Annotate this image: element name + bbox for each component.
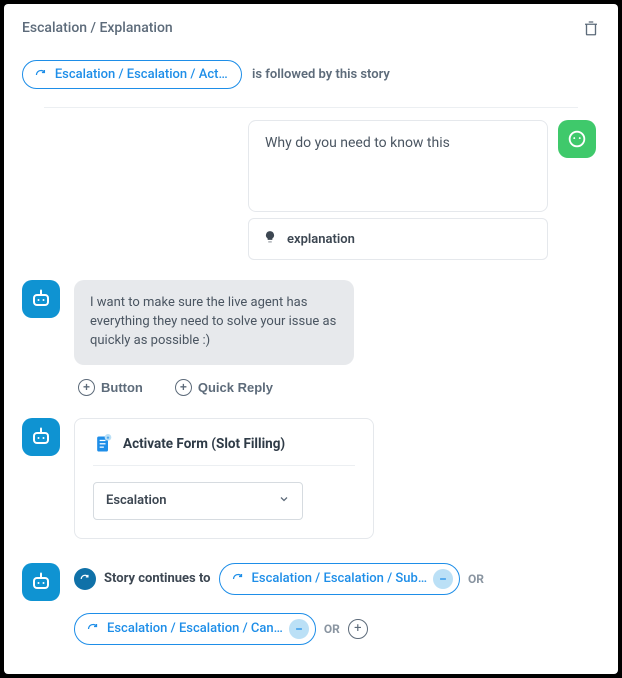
add-continue-story[interactable]: +: [348, 619, 368, 639]
divider: [44, 107, 578, 108]
arrow-icon: [230, 573, 246, 585]
continues-label: Story continues to: [104, 571, 211, 586]
form-title-row: + Activate Form (Slot Filling): [93, 433, 355, 466]
add-quick-reply[interactable]: + Quick Reply: [171, 377, 277, 398]
arrow-icon: [33, 69, 49, 81]
bot-avatar: [22, 280, 60, 318]
continue-story-pill[interactable]: Escalation / Escalation / Sub…: [219, 563, 461, 595]
preceding-story-row: Escalation / Escalation / Acti… is follo…: [22, 54, 600, 99]
continue-story-label: Escalation / Escalation / Can…: [107, 621, 283, 636]
form-select-value: Escalation: [106, 493, 167, 508]
svg-text:+: +: [107, 435, 110, 441]
followed-by-text: is followed by this story: [252, 67, 390, 82]
form-select[interactable]: Escalation: [93, 482, 303, 520]
user-message-bubble[interactable]: Why do you need to know this: [248, 120, 548, 212]
add-quick-reply-label: Quick Reply: [198, 380, 273, 395]
bot-response-text: I want to make sure the live agent has e…: [90, 295, 336, 348]
intent-label: explanation: [287, 232, 355, 247]
plus-icon: +: [175, 379, 192, 396]
preceding-story-label: Escalation / Escalation / Acti…: [55, 67, 229, 82]
bot-avatar: [22, 563, 60, 601]
user-message-row: Why do you need to know this explanation: [22, 120, 600, 260]
or-label: OR: [324, 622, 340, 636]
continue-story-label: Escalation / Escalation / Sub…: [252, 571, 428, 586]
continue-story-pill[interactable]: Escalation / Escalation / Can…: [74, 613, 316, 645]
remove-story-icon[interactable]: [289, 619, 309, 639]
form-action-row: + Activate Form (Slot Filling) Escalatio…: [22, 418, 600, 539]
delete-icon[interactable]: [582, 18, 600, 38]
story-editor-panel: Escalation / Explanation Escalation / Es…: [4, 4, 618, 674]
activate-form-card: + Activate Form (Slot Filling) Escalatio…: [74, 418, 374, 539]
bot-response-bubble[interactable]: I want to make sure the live agent has e…: [74, 280, 354, 365]
story-title: Escalation / Explanation: [22, 20, 173, 36]
chevron-down-icon: [278, 493, 290, 509]
arrow-circle-icon: [74, 568, 96, 590]
add-button[interactable]: + Button: [74, 377, 147, 398]
or-label: OR: [468, 572, 484, 586]
remove-story-icon[interactable]: [433, 569, 453, 589]
arrow-icon: [85, 623, 101, 635]
panel-header: Escalation / Explanation: [4, 4, 618, 44]
add-button-label: Button: [101, 380, 143, 395]
bot-response-row: I want to make sure the live agent has e…: [22, 280, 600, 365]
form-title: Activate Form (Slot Filling): [123, 436, 285, 452]
user-avatar: [558, 120, 596, 158]
intent-box[interactable]: explanation: [248, 218, 548, 260]
response-actions-row: + Button + Quick Reply: [74, 377, 600, 398]
preceding-story-pill[interactable]: Escalation / Escalation / Acti…: [22, 60, 242, 89]
bot-avatar: [22, 418, 60, 456]
plus-icon: +: [78, 379, 95, 396]
user-message-text: Why do you need to know this: [265, 135, 450, 151]
lightbulb-icon: [263, 229, 277, 249]
form-icon: +: [93, 433, 113, 455]
story-continues-row: Story continues to Escalation / Escalati…: [22, 563, 600, 645]
